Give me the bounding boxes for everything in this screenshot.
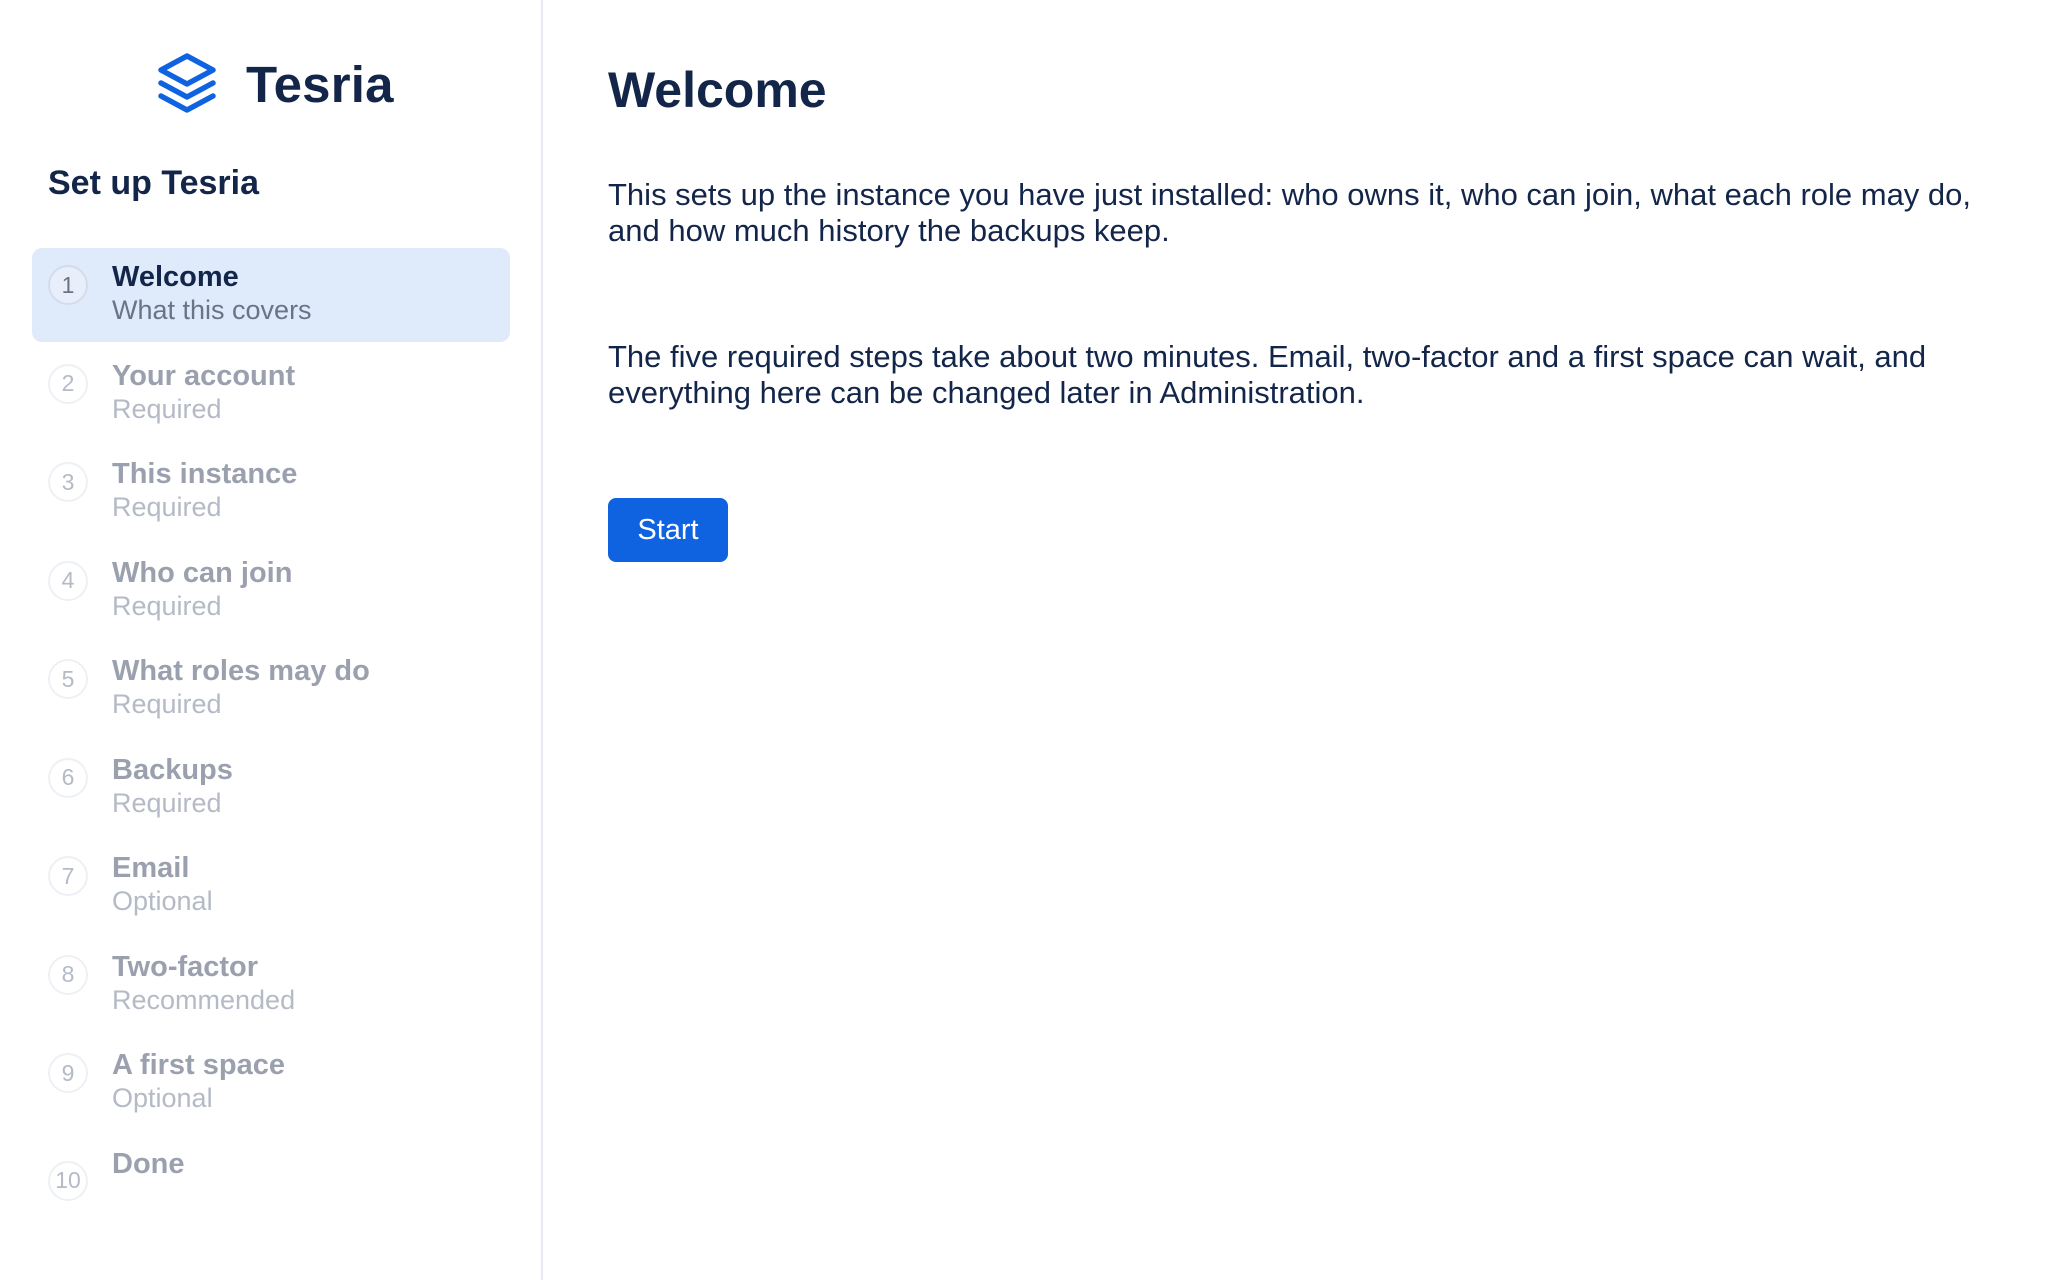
sidebar: Tesria Set up Tesria 1 Welcome What this…: [0, 0, 543, 1280]
step-subtitle: Recommended: [112, 984, 296, 1015]
step-title: This instance: [112, 458, 298, 490]
step-subtitle: Required: [112, 590, 222, 621]
step-backups[interactable]: 6 Backups Required: [32, 741, 510, 835]
step-what-roles-may-do[interactable]: 5 What roles may do Required: [32, 642, 510, 736]
step-two-factor[interactable]: 8 Two-factor Recommended: [32, 938, 510, 1032]
step-number: 2: [48, 363, 88, 404]
setup-heading: Set up Tesria: [48, 164, 259, 202]
step-number: 10: [48, 1160, 88, 1201]
step-welcome[interactable]: 1 Welcome What this covers: [32, 248, 510, 342]
step-number: 8: [48, 954, 88, 995]
step-number: 9: [48, 1053, 88, 1093]
brand-name: Tesria: [246, 55, 394, 113]
step-title: A first space: [112, 1049, 285, 1081]
step-title: Who can join: [112, 556, 293, 589]
step-number: 4: [48, 560, 88, 601]
intro-paragraph: This sets up the instance you have just …: [608, 177, 1972, 248]
step-subtitle: Optional: [112, 886, 213, 916]
step-list: 1 Welcome What this covers 2 Your accoun…: [32, 248, 510, 1233]
step-number: 3: [48, 462, 88, 502]
step-title: Email: [112, 852, 190, 884]
step-number: 6: [48, 757, 88, 798]
start-button[interactable]: Start: [608, 498, 728, 562]
step-subtitle: Required: [112, 492, 222, 522]
step-subtitle: Optional: [112, 1083, 213, 1113]
stacked-layers-icon: [158, 53, 216, 113]
step-number: 7: [48, 856, 88, 896]
step-subtitle: What this covers: [112, 295, 312, 325]
setup-wizard: Tesria Set up Tesria 1 Welcome What this…: [0, 0, 2048, 1280]
step-subtitle: Required: [112, 787, 222, 818]
page-title: Welcome: [608, 62, 827, 118]
step-subtitle: Required: [112, 393, 222, 424]
brand: Tesria: [156, 48, 394, 120]
step-number: 1: [48, 265, 88, 305]
step-title: What roles may do: [112, 655, 370, 687]
step-who-can-join[interactable]: 4 Who can join Required: [32, 544, 510, 638]
step-a-first-space[interactable]: 9 A first space Optional: [32, 1036, 510, 1130]
step-title: Welcome: [112, 261, 239, 293]
step-title: Your account: [112, 359, 296, 392]
step-this-instance[interactable]: 3 This instance Required: [32, 445, 510, 539]
step-title: Done: [112, 1147, 185, 1180]
steps-paragraph: The five required steps take about two m…: [608, 339, 1927, 410]
step-title: Two-factor: [112, 950, 259, 983]
step-done[interactable]: 10 Done: [32, 1135, 510, 1229]
step-email[interactable]: 7 Email Optional: [32, 839, 510, 933]
step-number: 5: [48, 659, 88, 699]
step-title: Backups: [112, 753, 233, 786]
step-subtitle: Required: [112, 689, 222, 719]
step-your-account[interactable]: 2 Your account Required: [32, 347, 510, 441]
